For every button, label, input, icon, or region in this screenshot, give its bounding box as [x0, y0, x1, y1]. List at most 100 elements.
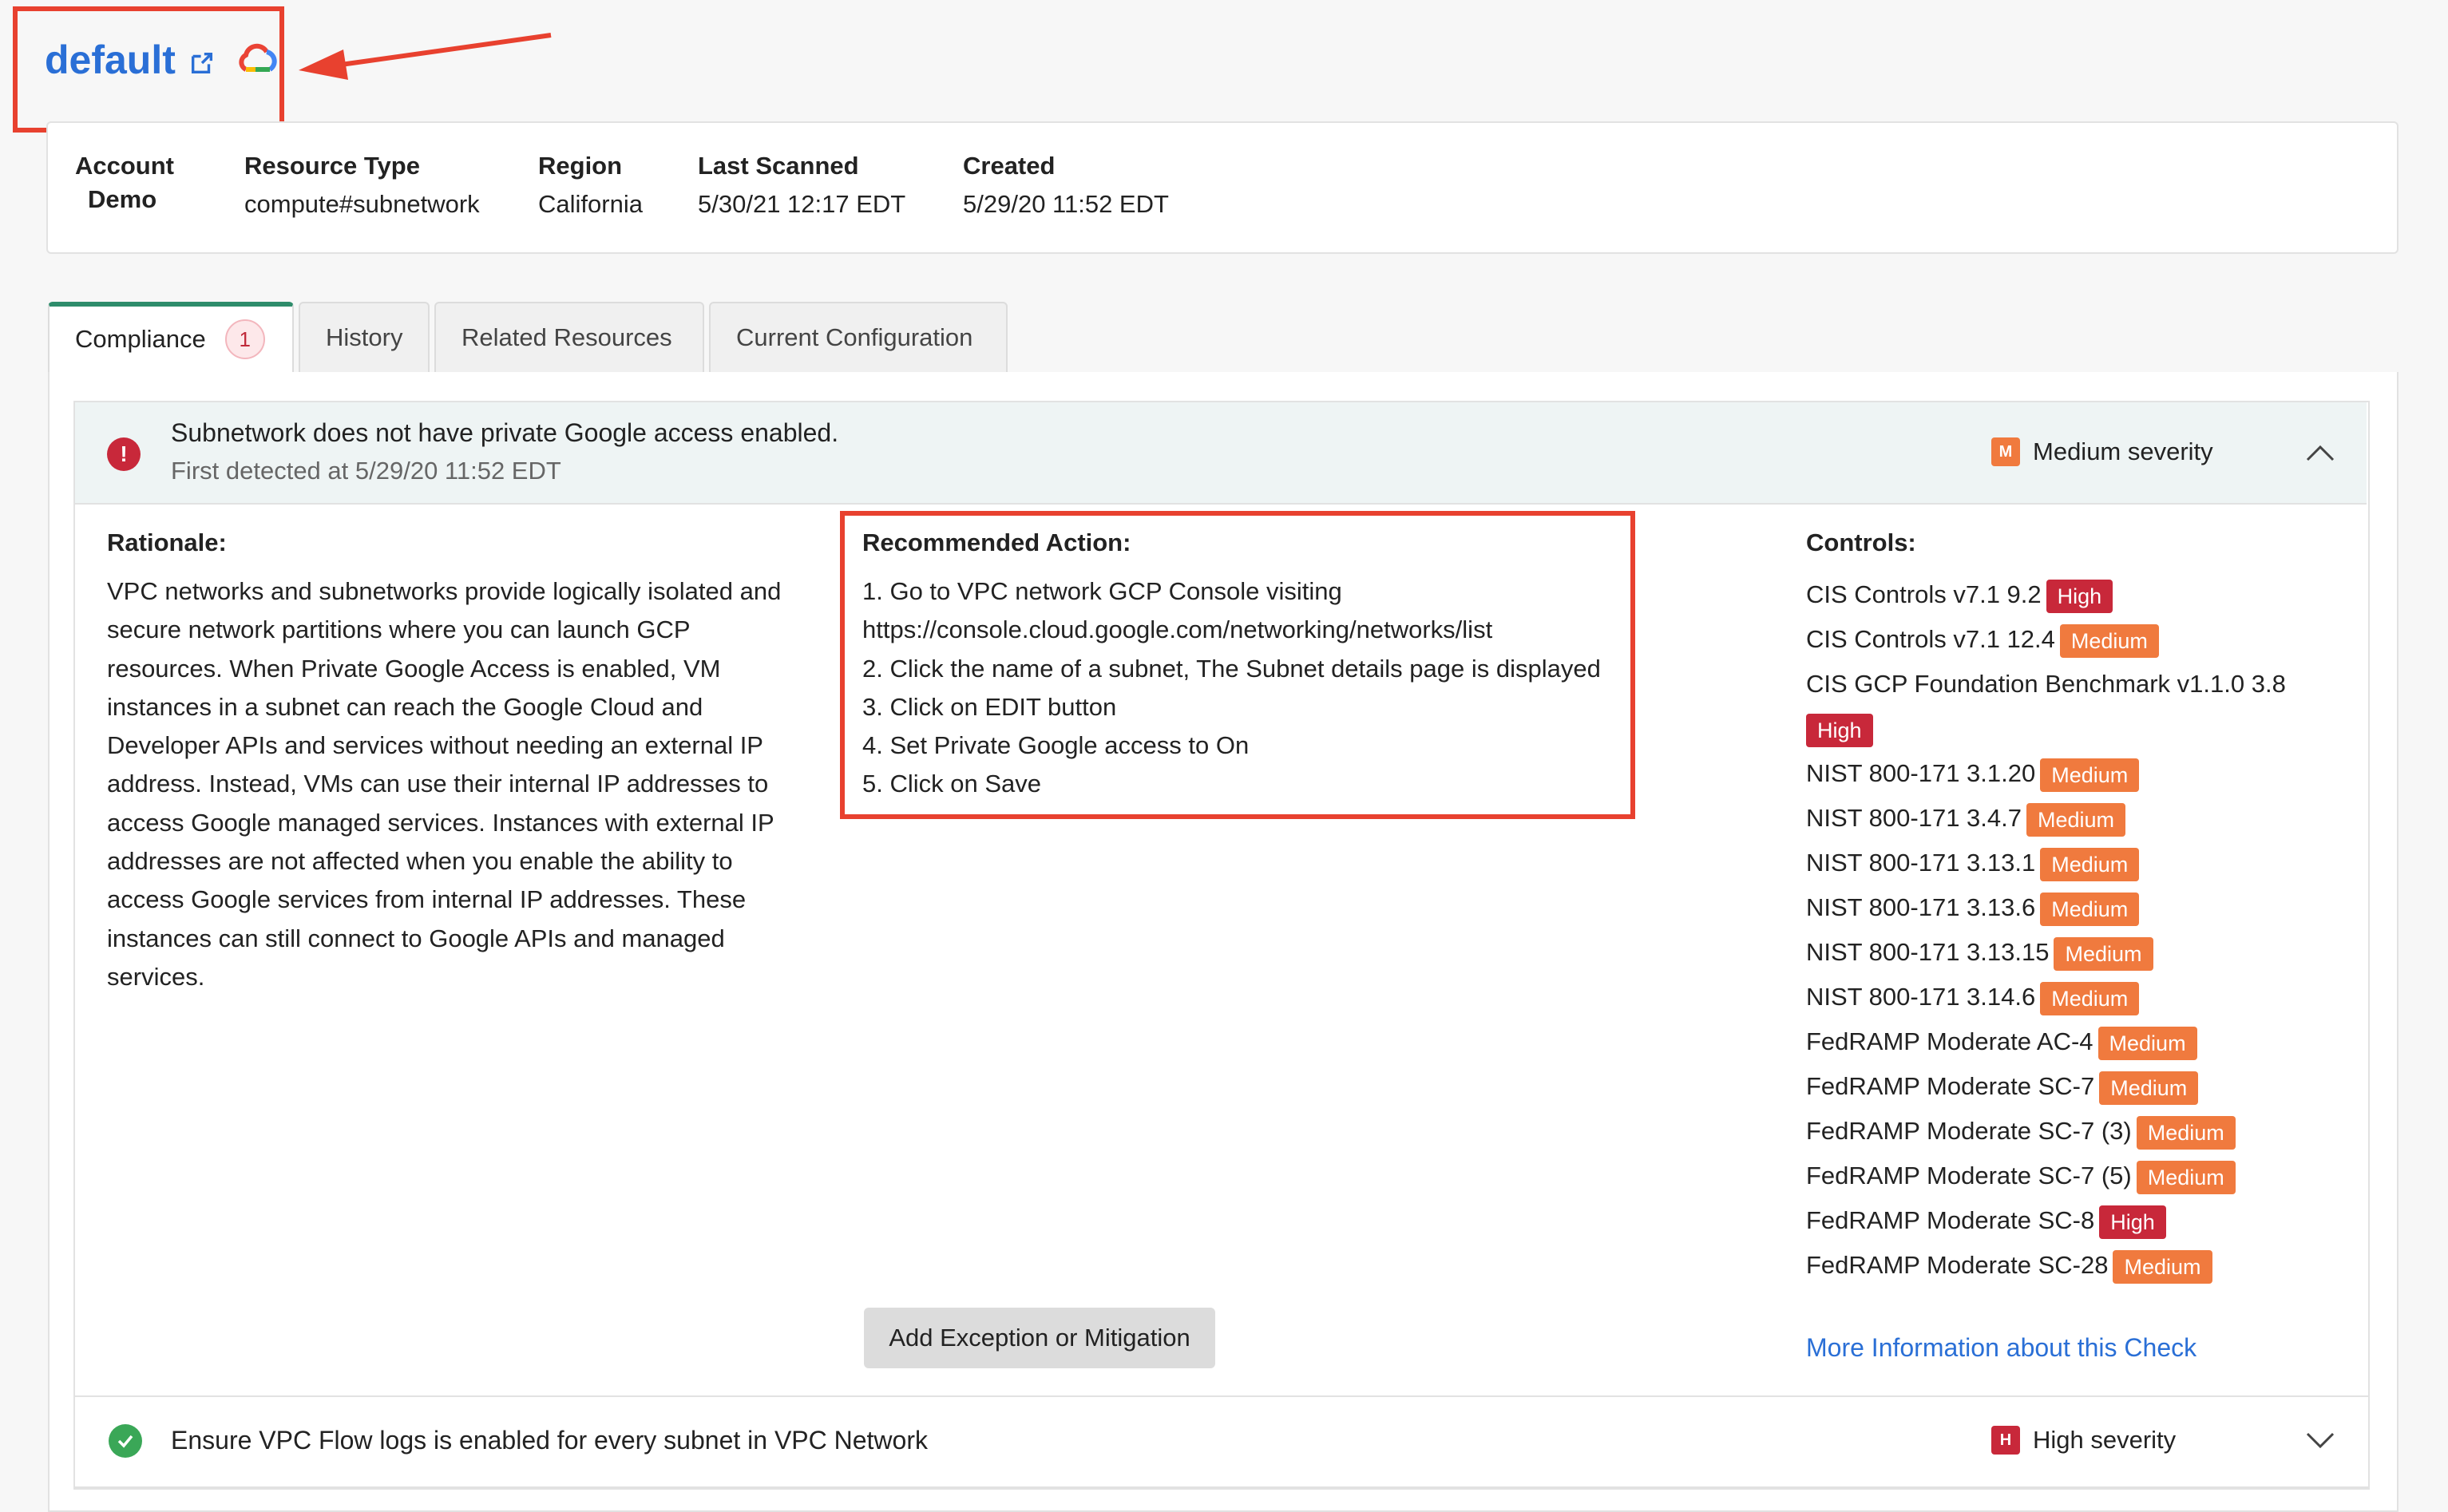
control-name: FedRAMP Moderate SC-7 (5)	[1806, 1162, 2132, 1189]
rationale-line: secure network partitions where you can …	[107, 615, 691, 644]
severity-text: High severity	[2033, 1426, 2177, 1454]
rationale-line: addresses are not affected when you enab…	[107, 847, 733, 876]
severity-text: Medium severity	[2033, 437, 2213, 465]
check-title: Subnetwork does not have private Google …	[171, 418, 839, 447]
resource-title-link[interactable]: default	[45, 37, 176, 83]
control-severity-badge: High	[2099, 1205, 2166, 1239]
control-name: CIS Controls v7.1 12.4	[1806, 625, 2055, 653]
recommended-step: 1. Go to VPC network GCP Console visitin…	[862, 577, 1342, 605]
control-item: FedRAMP Moderate SC-8 High	[1806, 1198, 2365, 1243]
control-item: FedRAMP Moderate SC-7 (5) Medium	[1806, 1154, 2365, 1198]
recommended-action-title: Recommended Action:	[862, 528, 1131, 556]
chevron-down-icon[interactable]	[2304, 1431, 2336, 1450]
rationale-line: resources. When Private Google Access is…	[107, 654, 721, 683]
account-field: Account Demo	[75, 152, 174, 214]
add-exception-button[interactable]: Add Exception or Mitigation	[864, 1308, 1215, 1368]
control-item: NIST 800-171 3.13.15 Medium	[1806, 930, 2365, 975]
compliance-count-badge: 1	[224, 319, 265, 359]
control-name: FedRAMP Moderate SC-28	[1806, 1251, 2109, 1279]
rationale-line: instances in a subnet can reach the Goog…	[107, 692, 703, 721]
control-item: NIST 800-171 3.4.7 Medium	[1806, 796, 2365, 841]
created-value: 5/29/20 11:52 EDT	[963, 190, 1169, 218]
control-name: FedRAMP Moderate SC-7	[1806, 1072, 2095, 1100]
tab-current-configuration[interactable]: Current Configuration	[709, 302, 1008, 372]
control-item: FedRAMP Moderate SC-7 (3) Medium	[1806, 1109, 2365, 1154]
control-item: NIST 800-171 3.1.20 Medium	[1806, 751, 2365, 796]
check2-title: Ensure VPC Flow logs is enabled for ever…	[171, 1426, 928, 1455]
recommended-step: 4. Set Private Google access to On	[862, 731, 1250, 760]
recommended-action-steps: 1. Go to VPC network GCP Console visitin…	[862, 572, 1629, 804]
severity-letter-badge: H	[1991, 1426, 2020, 1455]
tab-history[interactable]: History	[299, 302, 430, 372]
severity-letter-badge: M	[1991, 437, 2020, 466]
region-field: Region California	[538, 152, 643, 219]
external-link-icon[interactable]	[188, 49, 216, 77]
control-severity-badge: Medium	[2136, 1115, 2236, 1150]
account-value: Demo	[88, 185, 157, 213]
rationale-line: instances can still connect to Google AP…	[107, 924, 725, 952]
rationale-line: VPC networks and subnetworks provide log…	[107, 577, 782, 605]
control-severity-badge: Medium	[2040, 981, 2140, 1015]
resource-type-value: compute#subnetwork	[244, 190, 480, 218]
control-severity-badge: Medium	[2136, 1160, 2236, 1194]
control-item: FedRAMP Moderate SC-28 Medium	[1806, 1243, 2365, 1288]
last-scanned-field: Last Scanned 5/30/21 12:17 EDT	[698, 152, 905, 219]
control-severity-badge: High	[1806, 713, 1873, 747]
control-name: NIST 800-171 3.13.6	[1806, 893, 2036, 921]
rationale-line: access Google managed services. Instance…	[107, 808, 774, 837]
tab-history-label: History	[326, 323, 403, 351]
control-name: FedRAMP Moderate SC-8	[1806, 1206, 2095, 1234]
annotation-arrow	[299, 33, 552, 80]
checkmark-glyph	[117, 1435, 133, 1448]
control-severity-badge: Medium	[2099, 1071, 2199, 1105]
created-label: Created	[963, 152, 1056, 180]
controls-list: CIS Controls v7.1 9.2 High CIS Controls v7…	[1806, 572, 2365, 1288]
exclamation-circle-icon: !	[107, 437, 141, 471]
control-severity-badge: Medium	[2026, 802, 2126, 837]
last-scanned-label: Last Scanned	[698, 152, 859, 180]
control-severity-badge: Medium	[2097, 1026, 2197, 1060]
rationale-line: Developer APIs and services without need…	[107, 731, 763, 760]
rationale-line: address. Instead, VMs can use their inte…	[107, 770, 769, 798]
control-item: FedRAMP Moderate SC-7 Medium	[1806, 1064, 2365, 1109]
control-severity-badge: Medium	[2040, 758, 2140, 792]
region-value: California	[538, 190, 643, 218]
chevron-up-icon[interactable]	[2304, 444, 2336, 463]
resource-info-card: Account Demo Resource Type compute#subne…	[46, 121, 2398, 254]
rationale-line: services.	[107, 962, 205, 991]
resource-type-field: Resource Type compute#subnetwork	[244, 152, 480, 219]
control-name: NIST 800-171 3.4.7	[1806, 804, 2022, 832]
account-label: Account	[75, 152, 174, 180]
rationale-title: Rationale:	[107, 528, 227, 556]
tab-related-resources[interactable]: Related Resources	[434, 302, 704, 372]
control-name: NIST 800-171 3.13.1	[1806, 849, 2036, 877]
control-item: CIS GCP Foundation Benchmark v1.1.0 3.8 H…	[1806, 662, 2365, 751]
control-severity-badge: Medium	[2040, 892, 2140, 926]
tab-compliance[interactable]: Compliance 1	[48, 302, 294, 372]
control-item: NIST 800-171 3.13.6 Medium	[1806, 885, 2365, 930]
check-circle-icon	[109, 1424, 142, 1458]
rationale-line: access Google services from internal IP …	[107, 885, 747, 914]
recommended-step: https://console.cloud.google.com/network…	[862, 615, 1493, 644]
last-scanned-value: 5/30/21 12:17 EDT	[698, 190, 906, 218]
check-first-detected: First detected at 5/29/20 11:52 EDT	[171, 457, 561, 485]
region-label: Region	[538, 152, 623, 180]
tab-config-label: Current Configuration	[736, 323, 973, 351]
control-severity-badge: Medium	[2113, 1249, 2212, 1284]
resource-type-label: Resource Type	[244, 152, 420, 180]
tab-bar: Compliance 1 History Related Resources C…	[48, 302, 1008, 372]
control-name: NIST 800-171 3.1.20	[1806, 759, 2036, 787]
created-field: Created 5/29/20 11:52 EDT	[963, 152, 1169, 219]
control-item: NIST 800-171 3.13.1 Medium	[1806, 841, 2365, 885]
control-item: CIS Controls v7.1 12.4 Medium	[1806, 617, 2365, 662]
rationale-text: VPC networks and subnetworks provide log…	[107, 572, 810, 996]
controls-title: Controls:	[1806, 528, 1916, 556]
severity-indicator-2: H High severity	[1991, 1426, 2176, 1455]
control-name: FedRAMP Moderate SC-7 (3)	[1806, 1117, 2132, 1145]
control-severity-badge: Medium	[2059, 623, 2159, 658]
recommended-step: 3. Click on EDIT button	[862, 692, 1117, 721]
control-severity-badge: Medium	[2040, 847, 2140, 881]
control-severity-badge: High	[2046, 579, 2113, 613]
more-information-link[interactable]: More Information about this Check	[1806, 1333, 2196, 1363]
control-item: CIS Controls v7.1 9.2 High	[1806, 572, 2365, 617]
